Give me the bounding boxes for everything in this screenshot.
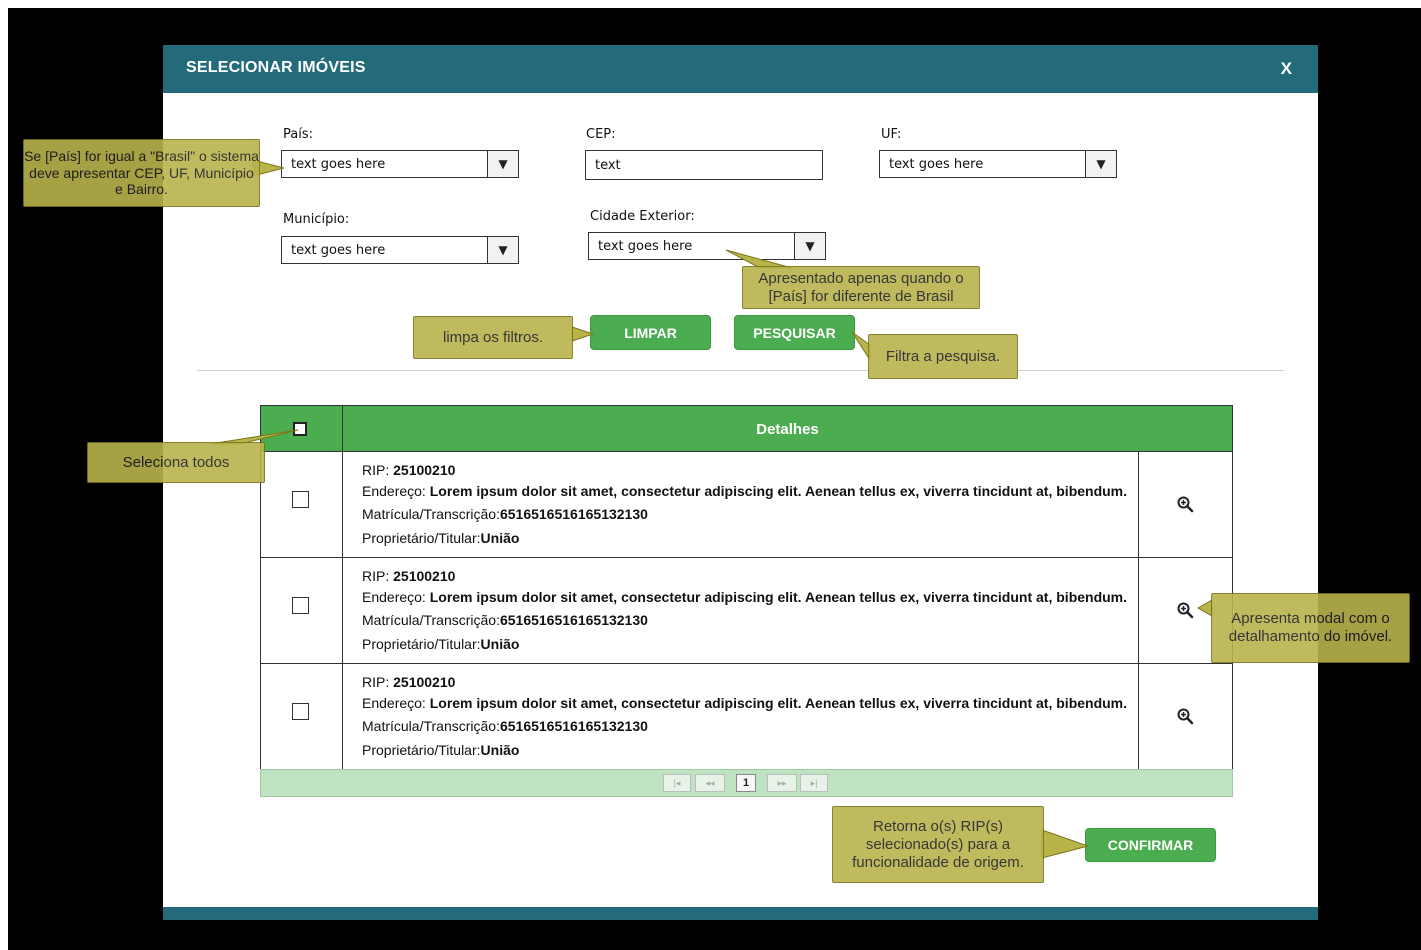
endereco-label: Endereço: — [362, 483, 426, 499]
proprietario-label: Proprietário/Titular: — [362, 636, 481, 652]
matricula-label: Matrícula/Transcrição: — [362, 506, 500, 522]
endereco-line: Endereço: Lorem ipsum dolor sit amet, co… — [362, 483, 1127, 499]
limpar-button[interactable]: LIMPAR — [590, 315, 711, 350]
cidade-exterior-select[interactable]: text goes here ▼ — [588, 232, 826, 260]
properties-grid: Detalhes RIP: 25100210 Endereço: Lorem i… — [260, 405, 1233, 797]
zoom-in-icon[interactable] — [1176, 495, 1194, 513]
matricula-line: Matrícula/Transcrição:651651651616513213… — [362, 718, 648, 734]
cep-input[interactable]: text — [585, 150, 823, 180]
note-limpar: limpa os filtros. — [413, 316, 573, 359]
modal-footer-bar — [163, 907, 1318, 920]
rip-value: 25100210 — [393, 462, 456, 478]
table-row: RIP: 25100210 Endereço: Lorem ipsum dolo… — [260, 664, 1233, 770]
proprietario-value: União — [480, 742, 520, 758]
uf-select[interactable]: text goes here ▼ — [879, 150, 1117, 178]
triangle-down-icon: ▼ — [1085, 151, 1116, 177]
rip-label: RIP: — [362, 674, 390, 690]
cidade-exterior-value: text goes here — [598, 239, 693, 254]
note-pesquisar: Filtra a pesquisa. — [868, 334, 1018, 379]
proprietario-value: União — [480, 636, 520, 652]
uf-label: UF: — [881, 127, 902, 142]
pager-prev-button[interactable]: ◂◂ — [695, 774, 725, 792]
triangle-down-icon: ▼ — [487, 237, 518, 263]
matricula-value: 6516516516165132130 — [499, 506, 648, 522]
note-cidade-exterior: Apresentado apenas quando o [País] for d… — [742, 266, 980, 309]
matricula-label: Matrícula/Transcrição: — [362, 612, 500, 628]
divider — [197, 370, 1284, 371]
column-separator — [1138, 452, 1139, 557]
rip-label: RIP: — [362, 462, 390, 478]
triangle-down-icon: ▼ — [487, 151, 518, 177]
column-separator — [342, 664, 343, 769]
rip-line: RIP: 25100210 — [362, 462, 455, 478]
proprietario-line: Proprietário/Titular:União — [362, 636, 519, 652]
note-detalhe: Apresenta modal com o detalhamento do im… — [1211, 593, 1410, 663]
endereco-line: Endereço: Lorem ipsum dolor sit amet, co… — [362, 589, 1127, 605]
proprietario-label: Proprietário/Titular: — [362, 530, 481, 546]
column-separator — [342, 452, 343, 557]
matricula-line: Matrícula/Transcrição:651651651616513213… — [362, 506, 648, 522]
cep-label: CEP: — [586, 127, 616, 142]
grid-header: Detalhes — [260, 405, 1233, 452]
table-row: RIP: 25100210 Endereço: Lorem ipsum dolo… — [260, 452, 1233, 558]
pager-next-button[interactable]: ▸▸ — [767, 774, 797, 792]
endereco-value: Lorem ipsum dolor sit amet, consectetur … — [429, 483, 1128, 499]
column-separator — [1138, 664, 1139, 769]
pagination-bar: |◂ ◂◂ 1 ▸▸ ▸| — [260, 769, 1233, 797]
proprietario-line: Proprietário/Titular:União — [362, 530, 519, 546]
cidade-exterior-label: Cidade Exterior: — [590, 209, 695, 224]
row-checkbox[interactable] — [292, 597, 309, 614]
endereco-label: Endereço: — [362, 695, 426, 711]
rip-label: RIP: — [362, 568, 390, 584]
note-seleciona: Seleciona todos — [87, 442, 265, 483]
note-pais: Se [País] for igual a "Brasil" o sistema… — [23, 139, 260, 207]
pais-select[interactable]: text goes here ▼ — [281, 150, 519, 178]
endereco-label: Endereço: — [362, 589, 426, 605]
rip-value: 25100210 — [393, 674, 456, 690]
table-row: RIP: 25100210 Endereço: Lorem ipsum dolo… — [260, 558, 1233, 664]
grid-header-title: Detalhes — [756, 421, 819, 438]
proprietario-label: Proprietário/Titular: — [362, 742, 481, 758]
note-confirmar: Retorna o(s) RIP(s) selecionado(s) para … — [832, 806, 1044, 883]
zoom-in-icon[interactable] — [1176, 707, 1194, 725]
rip-value: 25100210 — [393, 568, 456, 584]
pais-label: País: — [283, 127, 313, 142]
triangle-down-icon: ▼ — [794, 233, 825, 259]
row-checkbox[interactable] — [292, 703, 309, 720]
matricula-value: 6516516516165132130 — [499, 718, 648, 734]
rip-line: RIP: 25100210 — [362, 674, 455, 690]
confirmar-button[interactable]: CONFIRMAR — [1085, 828, 1216, 862]
column-separator — [342, 558, 343, 663]
row-checkbox[interactable] — [292, 491, 309, 508]
endereco-value: Lorem ipsum dolor sit amet, consectetur … — [429, 589, 1128, 605]
rip-line: RIP: 25100210 — [362, 568, 455, 584]
pager-first-button[interactable]: |◂ — [663, 774, 691, 792]
pesquisar-button[interactable]: PESQUISAR — [734, 315, 855, 350]
municipio-select[interactable]: text goes here ▼ — [281, 236, 519, 264]
pager-current-page[interactable]: 1 — [736, 774, 756, 792]
pager-last-button[interactable]: ▸| — [800, 774, 828, 792]
column-separator — [1138, 558, 1139, 663]
proprietario-line: Proprietário/Titular:União — [362, 742, 519, 758]
municipio-value: text goes here — [291, 243, 386, 258]
municipio-label: Município: — [283, 212, 350, 227]
modal-header: SELECIONAR IMÓVEIS X — [163, 45, 1318, 93]
matricula-value: 6516516516165132130 — [499, 612, 648, 628]
uf-value: text goes here — [889, 157, 984, 172]
proprietario-value: União — [480, 530, 520, 546]
pais-value: text goes here — [291, 157, 386, 172]
select-all-checkbox[interactable] — [293, 422, 307, 436]
zoom-in-icon[interactable] — [1176, 601, 1194, 619]
endereco-value: Lorem ipsum dolor sit amet, consectetur … — [429, 695, 1128, 711]
endereco-line: Endereço: Lorem ipsum dolor sit amet, co… — [362, 695, 1127, 711]
modal-title: SELECIONAR IMÓVEIS — [186, 59, 366, 76]
close-button[interactable]: X — [1281, 59, 1292, 79]
matricula-line: Matrícula/Transcrição:651651651616513213… — [362, 612, 648, 628]
matricula-label: Matrícula/Transcrição: — [362, 718, 500, 734]
